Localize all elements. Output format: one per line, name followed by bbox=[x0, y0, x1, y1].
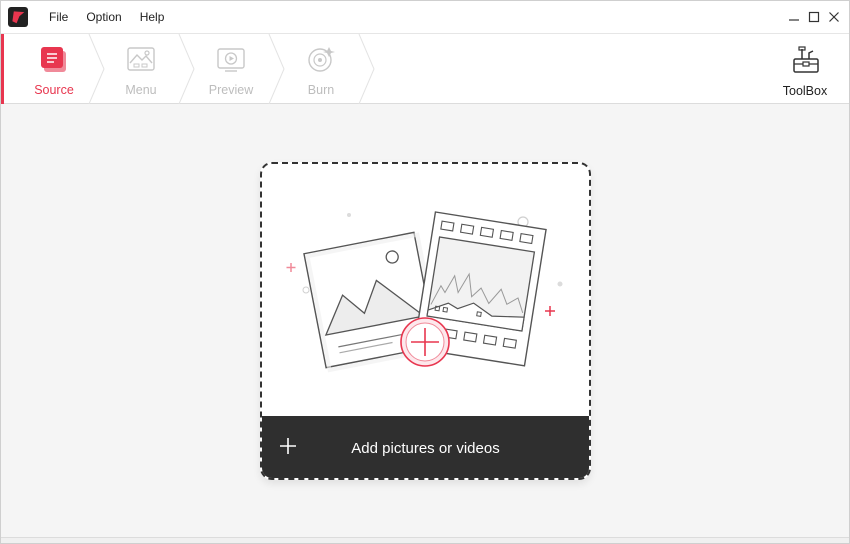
maximize-icon[interactable] bbox=[807, 10, 821, 24]
picture-video-illustration bbox=[286, 211, 563, 373]
add-plus-icon bbox=[280, 438, 296, 454]
menu-template-icon bbox=[125, 44, 157, 74]
step-burn[interactable]: Burn bbox=[276, 34, 366, 104]
toolbox-icon bbox=[791, 45, 821, 75]
close-icon[interactable] bbox=[827, 10, 841, 24]
add-pictures-label: Add pictures or videos bbox=[351, 439, 500, 457]
app-logo-icon bbox=[8, 7, 28, 27]
add-media-dropzone[interactable]: Add pictures or videos bbox=[260, 162, 591, 480]
source-icon bbox=[38, 44, 70, 74]
add-pictures-button[interactable]: Add pictures or videos bbox=[262, 416, 589, 478]
step-source-label: Source bbox=[34, 83, 74, 97]
step-preview-label: Preview bbox=[208, 83, 254, 97]
title-bar: File Option Help bbox=[1, 1, 849, 33]
step-bar: Source Menu Preview Burn ToolBox bbox=[1, 33, 849, 104]
step-menu-label: Menu bbox=[125, 83, 157, 97]
step-menu[interactable]: Menu bbox=[96, 34, 186, 104]
burn-disc-icon bbox=[305, 44, 337, 74]
toolbox-label: ToolBox bbox=[782, 84, 828, 98]
menu-help[interactable]: Help bbox=[131, 1, 174, 33]
add-circle-icon bbox=[400, 317, 450, 367]
minimize-icon[interactable] bbox=[787, 10, 801, 24]
menu-file[interactable]: File bbox=[40, 1, 77, 33]
step-source[interactable]: Source bbox=[9, 34, 99, 104]
status-strip bbox=[1, 537, 849, 543]
step-preview[interactable]: Preview bbox=[186, 34, 276, 104]
toolbox-button[interactable]: ToolBox bbox=[775, 34, 835, 104]
preview-icon bbox=[215, 44, 247, 74]
window-controls bbox=[787, 1, 841, 33]
active-step-marker bbox=[1, 34, 4, 104]
app-window: File Option Help Source Menu Preview Bur… bbox=[0, 0, 850, 544]
step-burn-label: Burn bbox=[307, 83, 335, 97]
menu-option[interactable]: Option bbox=[77, 1, 130, 33]
